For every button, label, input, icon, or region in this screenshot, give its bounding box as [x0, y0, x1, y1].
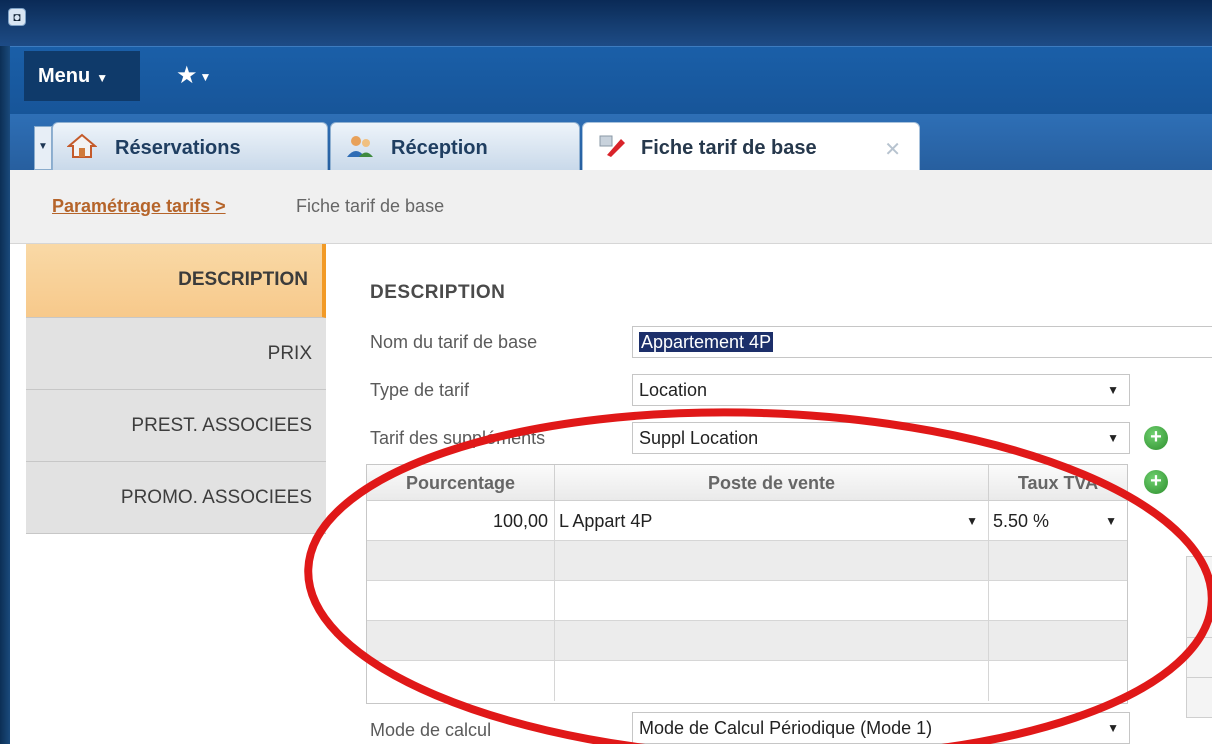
- side-panel-edge: [1186, 556, 1212, 718]
- window-frame: [0, 0, 10, 744]
- name-value: Appartement 4P: [639, 332, 774, 352]
- main-panel: DESCRIPTION Nom du tarif de base Apparte…: [330, 244, 1212, 744]
- tab-list-dropdown[interactable]: ▼: [34, 126, 52, 170]
- chevron-down-icon[interactable]: ▼: [1105, 501, 1117, 541]
- menu-bar: Menu ▼ ★ ▼: [10, 46, 1212, 114]
- cell-pourcentage[interactable]: [367, 541, 555, 581]
- favorites-button[interactable]: ★ ▼: [164, 51, 244, 101]
- cell-value: L Appart 4P: [559, 511, 653, 531]
- type-label: Type de tarif: [370, 380, 470, 400]
- tab-reservations[interactable]: Réservations: [52, 122, 328, 170]
- sidebar-item-promo-associees[interactable]: PROMO. ASSOCIEES: [26, 462, 326, 534]
- calc-value: Mode de Calcul Périodique (Mode 1): [639, 718, 933, 738]
- column-header-poste-de-vente[interactable]: Poste de vente: [555, 465, 989, 501]
- supp-label: Tarif des suppléments: [370, 428, 546, 448]
- cell-taux-tva[interactable]: [989, 581, 1127, 621]
- tab-reception[interactable]: Réception: [330, 122, 580, 170]
- section-title: DESCRIPTION: [370, 282, 506, 303]
- calc-label: Mode de calcul: [370, 720, 492, 740]
- cell-value: 5.50 %: [993, 511, 1050, 531]
- breadcrumb-current: Fiche tarif de base: [296, 196, 445, 216]
- cell-poste-de-vente[interactable]: [555, 541, 989, 581]
- cell-poste-de-vente[interactable]: [555, 661, 989, 701]
- app-logo-icon[interactable]: ◘: [8, 8, 26, 26]
- chevron-down-icon: ▼: [96, 71, 109, 85]
- chevron-down-icon: ▼: [1107, 431, 1119, 445]
- chevron-down-icon: ▼: [199, 69, 212, 84]
- name-input[interactable]: Appartement 4P: [632, 326, 1212, 358]
- close-icon[interactable]: ✕: [884, 137, 901, 162]
- cell-pourcentage[interactable]: 100,00: [367, 501, 555, 541]
- cell-poste-de-vente[interactable]: [555, 581, 989, 621]
- cell-taux-tva[interactable]: 5.50 % ▼: [989, 501, 1127, 541]
- column-header-pourcentage[interactable]: Pourcentage: [367, 465, 555, 501]
- star-icon: ★: [176, 62, 198, 89]
- breadcrumb-link[interactable]: Paramétrage tarifs >: [52, 196, 226, 217]
- menu-button[interactable]: Menu ▼: [24, 51, 140, 101]
- supp-select[interactable]: Suppl Location ▼: [632, 422, 1130, 454]
- chevron-down-icon: ▼: [1107, 721, 1119, 735]
- table-row[interactable]: [367, 541, 1127, 581]
- cell-pourcentage[interactable]: [367, 581, 555, 621]
- add-supplement-button[interactable]: +: [1144, 426, 1168, 450]
- column-header-taux-tva[interactable]: Taux TVA: [989, 465, 1127, 501]
- tab-bar: ▼ Réservations Réception Fiche tarif de …: [10, 114, 1212, 170]
- cell-taux-tva[interactable]: [989, 661, 1127, 701]
- cell-pourcentage[interactable]: [367, 661, 555, 701]
- type-value: Location: [639, 380, 708, 400]
- cell-taux-tva[interactable]: [989, 621, 1127, 661]
- tab-fiche-tarif[interactable]: Fiche tarif de base ✕: [582, 122, 920, 170]
- cell-poste-de-vente[interactable]: [555, 621, 989, 661]
- breadcrumb: Paramétrage tarifs > Fiche tarif de base: [10, 170, 1212, 244]
- people-icon: [347, 136, 373, 157]
- sidebar-item-prix[interactable]: PRIX: [26, 318, 326, 390]
- tab-label: Réservations: [115, 137, 241, 159]
- tab-label: Fiche tarif de base: [641, 137, 817, 159]
- menu-label: Menu: [38, 65, 91, 87]
- ventilation-grid: Pourcentage Poste de vente Taux TVA 100,…: [366, 464, 1128, 704]
- chevron-down-icon[interactable]: ▼: [966, 501, 978, 541]
- supp-value: Suppl Location: [639, 428, 759, 448]
- pencil-icon: [599, 135, 625, 157]
- type-select[interactable]: Location ▼: [632, 374, 1130, 406]
- title-bar: ◘: [0, 0, 1212, 46]
- cell-pourcentage[interactable]: [367, 621, 555, 661]
- cell-poste-de-vente[interactable]: L Appart 4P ▼: [555, 501, 989, 541]
- table-row[interactable]: [367, 581, 1127, 621]
- name-label: Nom du tarif de base: [370, 332, 538, 352]
- table-row[interactable]: [367, 661, 1127, 701]
- table-row[interactable]: [367, 621, 1127, 661]
- sidebar-item-description[interactable]: DESCRIPTION: [26, 244, 326, 318]
- sidebar: DESCRIPTION PRIX PREST. ASSOCIEES PROMO.…: [26, 244, 328, 744]
- divider: [1187, 637, 1212, 638]
- cell-taux-tva[interactable]: [989, 541, 1127, 581]
- table-row[interactable]: 100,00 L Appart 4P ▼ 5.50 % ▼: [367, 501, 1127, 541]
- add-row-button[interactable]: +: [1144, 470, 1168, 494]
- calc-select[interactable]: Mode de Calcul Périodique (Mode 1) ▼: [632, 712, 1130, 744]
- sidebar-item-prest-associees[interactable]: PREST. ASSOCIEES: [26, 390, 326, 462]
- divider: [1187, 677, 1212, 678]
- tab-label: Réception: [391, 137, 488, 159]
- house-icon: [67, 133, 97, 158]
- chevron-down-icon: ▼: [1107, 383, 1119, 397]
